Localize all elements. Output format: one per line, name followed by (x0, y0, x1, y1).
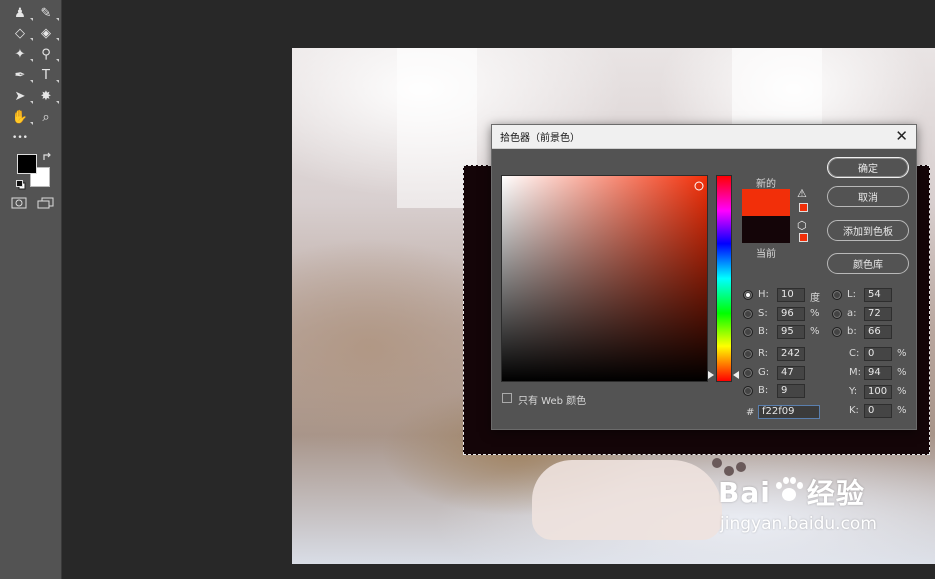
hue-slider[interactable] (716, 175, 732, 382)
hue-slider-handle-left-icon[interactable] (708, 371, 714, 379)
new-color-label: 新的 (756, 179, 776, 190)
hue-field[interactable]: 10 (777, 288, 805, 302)
magenta-unit: % (897, 367, 907, 378)
radio-red[interactable] (743, 349, 753, 359)
magenta-label: M: (849, 367, 861, 378)
quick-mask-icon[interactable] (11, 197, 27, 209)
dialog-titlebar[interactable]: 拾色器（前景色） ✕ (492, 125, 916, 149)
add-to-swatches-button[interactable]: 添加到色板 (827, 220, 909, 241)
gamut-color-chip[interactable] (799, 203, 808, 212)
default-colors-icon[interactable] (16, 180, 26, 190)
yellow-field[interactable]: 100 (864, 385, 892, 399)
baidu-paw-icon (773, 476, 805, 508)
red-label: R: (758, 348, 769, 359)
blue-field[interactable]: 9 (777, 384, 805, 398)
blue-label: B: (758, 385, 769, 396)
path-selection-tool-icon[interactable]: ➤ (10, 87, 33, 105)
hand-tool-icon[interactable]: ✋ (10, 108, 33, 126)
foreground-color-swatch[interactable] (17, 154, 37, 174)
only-web-colors-label: 只有 Web 颜色 (518, 396, 587, 407)
cyan-unit: % (897, 348, 907, 359)
color-field-cursor[interactable] (694, 181, 704, 191)
lab-a-field[interactable]: 72 (864, 307, 892, 321)
photoshop-window: ♟ ✎ ◇ ◈ ✦ ⚲ ✒ T ➤ ✸ ✋ ⌕ ••• Bai 经验 jingy… (0, 0, 935, 579)
web-safe-color-chip[interactable] (799, 233, 808, 242)
type-tool-icon[interactable]: T (36, 66, 59, 84)
ok-button[interactable]: 确定 (827, 157, 909, 178)
saturation-unit: % (810, 308, 820, 319)
radio-lab-a[interactable] (832, 309, 842, 319)
baidu-jingyan-watermark: Bai 经验 jingyan.baidu.com (718, 472, 877, 535)
cancel-button[interactable]: 取消 (827, 186, 909, 207)
history-brush-tool-icon[interactable]: ✎ (36, 4, 59, 22)
lab-a-label: a: (847, 308, 857, 319)
lightness-label: L: (847, 289, 856, 300)
radio-lightness[interactable] (832, 290, 842, 300)
green-field[interactable]: 47 (777, 366, 805, 380)
radio-blue[interactable] (743, 386, 753, 396)
brightness-label: B: (758, 326, 769, 337)
stamp-tool-icon[interactable]: ♟ (10, 4, 33, 22)
brightness-field[interactable]: 95 (777, 325, 805, 339)
radio-saturation[interactable] (743, 309, 753, 319)
color-libraries-button[interactable]: 颜色库 (827, 253, 909, 274)
watermark-logo-text: Bai (718, 475, 771, 509)
screen-mode-icon[interactable] (37, 197, 55, 209)
radio-hue[interactable] (743, 290, 753, 300)
more-tools-icon[interactable]: ••• (10, 129, 30, 147)
hue-label: H: (758, 289, 769, 300)
watermark-logo-text: 经验 (806, 477, 865, 510)
swap-colors-icon[interactable] (42, 152, 52, 162)
web-safe-cube-icon[interactable]: ⬡ (797, 219, 807, 232)
tools-panel: ♟ ✎ ◇ ◈ ✦ ⚲ ✒ T ➤ ✸ ✋ ⌕ ••• (0, 0, 62, 579)
color-picker-dialog: 拾色器（前景色） ✕ 新的 当前 ⚠ ⬡ 确定 取消 添加到色板 颜色库 H: … (491, 124, 917, 430)
zoom-tool-icon[interactable]: ⌕ (36, 108, 56, 126)
lab-b-label: b: (847, 326, 857, 337)
green-label: G: (758, 367, 770, 378)
radio-green[interactable] (743, 368, 753, 378)
current-color-swatch[interactable] (742, 216, 790, 243)
cyan-label: C: (849, 348, 860, 359)
dodge-tool-icon[interactable]: ⚲ (36, 45, 59, 63)
only-web-colors-checkbox[interactable] (502, 393, 512, 403)
brightness-unit: % (810, 326, 820, 337)
saturation-brightness-field[interactable] (501, 175, 708, 382)
close-icon[interactable]: ✕ (895, 129, 908, 144)
photo-bracelet-bead (712, 458, 722, 468)
paint-bucket-tool-icon[interactable]: ◈ (36, 24, 59, 42)
custom-shape-tool-icon[interactable]: ✸ (36, 87, 59, 105)
photo-hand (532, 460, 722, 540)
photo-bracelet-bead (736, 462, 746, 472)
black-field[interactable]: 0 (864, 404, 892, 418)
dialog-title: 拾色器（前景色） (500, 133, 580, 144)
hex-field[interactable]: f22f09 (758, 405, 820, 419)
watermark-url: jingyan.baidu.com (720, 514, 877, 534)
pen-tool-icon[interactable]: ✒ (10, 66, 33, 84)
eraser-tool-icon[interactable]: ◇ (10, 24, 33, 42)
current-color-label: 当前 (756, 249, 776, 260)
blur-tool-icon[interactable]: ✦ (10, 45, 33, 63)
saturation-field[interactable]: 96 (777, 307, 805, 321)
lab-b-field[interactable]: 66 (864, 325, 892, 339)
saturation-label: S: (758, 308, 768, 319)
black-label: K: (849, 405, 859, 416)
red-field[interactable]: 242 (777, 347, 805, 361)
black-unit: % (897, 405, 907, 416)
yellow-label: Y: (849, 386, 858, 397)
radio-lab-b[interactable] (832, 327, 842, 337)
hex-label: # (746, 407, 755, 418)
out-of-gamut-warning-icon[interactable]: ⚠ (797, 187, 807, 200)
hue-unit: 度 (810, 293, 820, 304)
lightness-field[interactable]: 54 (864, 288, 892, 302)
yellow-unit: % (897, 386, 907, 397)
cyan-field[interactable]: 0 (864, 347, 892, 361)
hue-slider-handle-right-icon[interactable] (733, 371, 739, 379)
new-color-swatch (742, 189, 790, 216)
radio-brightness[interactable] (743, 327, 753, 337)
magenta-field[interactable]: 94 (864, 366, 892, 380)
